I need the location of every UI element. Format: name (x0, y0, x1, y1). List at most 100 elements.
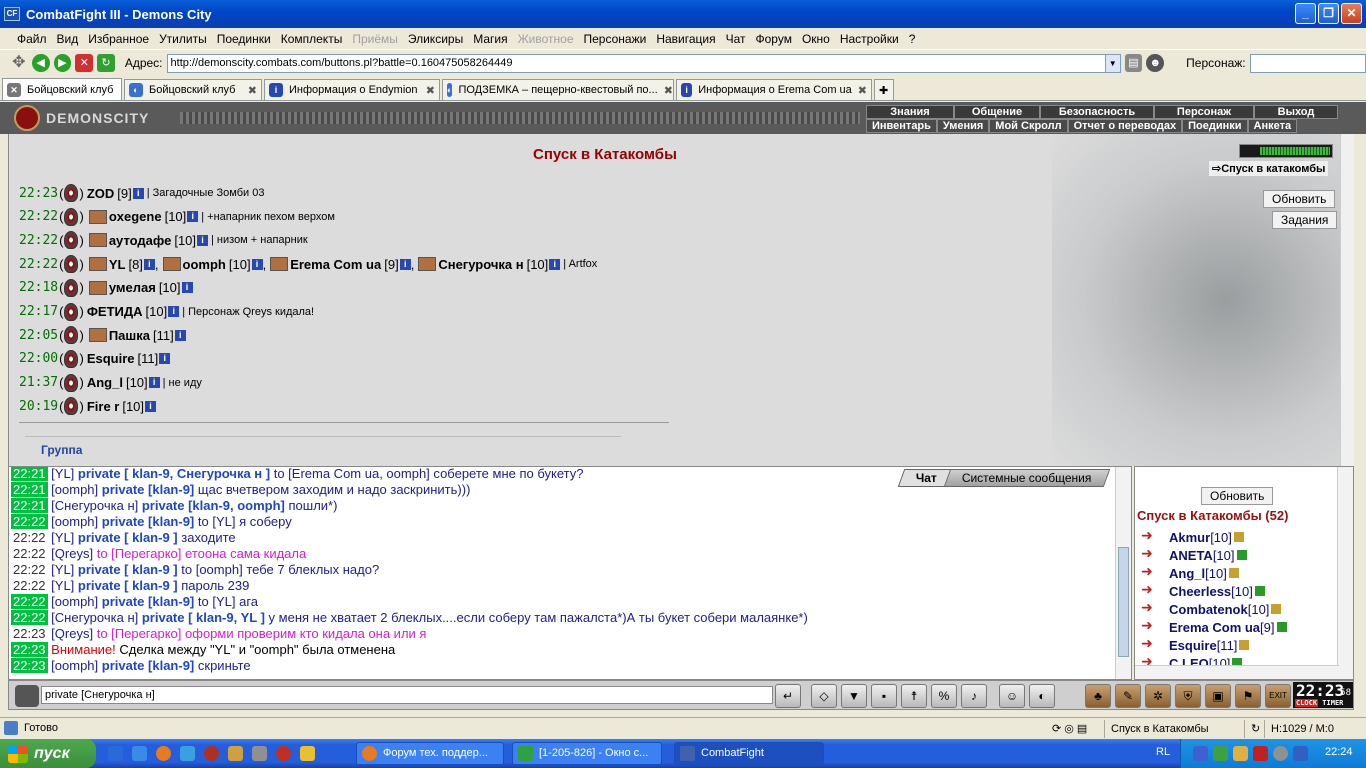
tray-icon-4[interactable] (1253, 746, 1268, 761)
sound-icon[interactable]: ♪ (961, 684, 987, 708)
menu-item-12[interactable]: Чат (721, 32, 751, 46)
chat-time[interactable]: 22:23 (11, 642, 48, 657)
chat-private[interactable]: private [ klan-9 ] (78, 562, 178, 577)
chat-time[interactable]: 22:21 (11, 467, 48, 481)
refresh-icon[interactable]: ↻ (97, 54, 115, 72)
menu-item-6[interactable]: Приёмы (347, 32, 403, 46)
battle-shield-icon[interactable] (64, 349, 79, 368)
tray-icon-2[interactable] (1213, 746, 1228, 761)
battle-row[interactable]: 22:23() ZOD [9] i | Загадочные Зомби 03 (19, 182, 264, 204)
info-icon[interactable]: i (197, 234, 209, 246)
info-icon[interactable]: i (549, 258, 561, 270)
quicklaunch-tool-icon[interactable] (252, 746, 267, 761)
minimize-button[interactable]: _ (1295, 3, 1316, 24)
menu-item-8[interactable]: Магия (468, 32, 512, 46)
taskbar-item-forum[interactable]: Форум тех. поддер... (356, 742, 504, 765)
player-nick[interactable]: Erema Com ua (290, 257, 381, 272)
language-indicator[interactable]: RL (1156, 746, 1170, 758)
browser-tab-0[interactable]: ✕ Бойцовский клуб (2, 78, 122, 100)
user-info-icon[interactable] (1271, 604, 1282, 614)
player-nick[interactable]: Пашка (109, 328, 150, 343)
gear-icon[interactable]: ✲ (1145, 684, 1171, 708)
battle-shield-icon[interactable] (64, 207, 79, 226)
user-row[interactable]: Cheerless[10] (1139, 581, 1265, 600)
chat-time[interactable]: 22:23 (11, 626, 48, 641)
user-nick[interactable]: Akmur (1169, 530, 1210, 545)
user-row[interactable]: Ang_l[10] (1139, 563, 1239, 582)
menu-item-13[interactable]: Форум (751, 32, 797, 46)
player-nick[interactable]: Снегурочка н (438, 257, 523, 272)
chat-time[interactable]: 22:22 (11, 610, 48, 625)
chat-line[interactable]: 22:21 [Снегурочка н] private [klan-9, oo… (11, 498, 337, 514)
browser-tab-1[interactable]: ◐ Бойцовский клуб ✖ (124, 79, 262, 100)
chat-recipient[interactable]: to [Перегарко] (97, 626, 182, 641)
menu-item-14[interactable]: Окно (797, 32, 835, 46)
tab-close-icon[interactable]: ✖ (852, 84, 867, 97)
chat-line[interactable]: 22:21 [oomph] private [klan-9] щас вчетв… (11, 482, 470, 498)
group-tab[interactable]: Группа (25, 436, 621, 466)
chat-recipient[interactable]: to [YL] (198, 514, 236, 529)
quicklaunch-game-icon[interactable] (204, 746, 219, 761)
user-row[interactable]: ANETA[10] (1139, 545, 1247, 564)
topnav-item-4[interactable]: Выход (1254, 105, 1338, 119)
taskbar-item-chat-window[interactable]: [1-205-826] - Окно с... (512, 742, 662, 765)
menu-item-5[interactable]: Комплекты (276, 32, 348, 46)
tab-close-icon[interactable]: ✖ (242, 84, 257, 97)
battle-shield-icon[interactable] (64, 326, 79, 345)
private-arrow-icon[interactable] (1139, 635, 1161, 652)
private-arrow-icon[interactable] (1139, 563, 1161, 580)
lock-icon[interactable]: ▣ (1205, 684, 1231, 708)
chat-line[interactable]: 22:23 [Qreys] to [Перегарко] оформи пров… (11, 626, 426, 642)
chat-line[interactable]: 22:22 [Снегурочка н] private [ klan-9, Y… (11, 610, 808, 626)
tasks-button[interactable]: Задания (1272, 211, 1338, 229)
info-icon[interactable]: i (251, 258, 263, 270)
player-nick[interactable]: ФЕТИДА (87, 304, 143, 319)
quicklaunch-app-icon[interactable] (228, 746, 243, 761)
clan-icon[interactable] (88, 328, 107, 343)
topnav-item-3[interactable]: Персонаж (1154, 105, 1254, 119)
browser-tab-2[interactable]: i Информация о Endymion ✖ (264, 79, 440, 100)
chat-input[interactable] (41, 686, 773, 704)
chat-time[interactable]: 22:23 (11, 658, 48, 673)
chat-line[interactable]: 22:22 [Qreys] to [Перегарко] етоона сама… (11, 546, 306, 562)
menu-item-3[interactable]: Утилиты (154, 32, 212, 46)
users-icon[interactable]: ☻ (1146, 54, 1165, 72)
menu-item-11[interactable]: Навигация (651, 32, 720, 46)
chat-line[interactable]: 22:22 [oomph] private [klan-9] to [YL] я… (11, 514, 292, 530)
chat-sender[interactable]: [oomph] (51, 514, 98, 529)
menu-item-7[interactable]: Эликсиры (403, 32, 468, 46)
stop-icon[interactable]: ✕ (75, 54, 94, 72)
quicklaunch-skype-icon[interactable] (180, 746, 195, 761)
clan-icon[interactable] (88, 280, 107, 295)
exit-icon[interactable]: EXIT (1265, 684, 1291, 708)
player-nick[interactable]: ZOD (87, 186, 114, 201)
chat-sender[interactable]: [YL] (51, 578, 74, 593)
tray-icon-5[interactable] (1273, 746, 1288, 761)
topnav-item-0[interactable]: Знания (866, 105, 954, 119)
quicklaunch-messenger-icon[interactable] (132, 746, 147, 761)
persona-select[interactable] (1249, 53, 1366, 73)
chat-sender[interactable]: [YL] (51, 530, 74, 545)
drag-handle-icon[interactable]: ✥ (10, 54, 28, 72)
private-arrow-icon[interactable] (1139, 527, 1161, 544)
chat-private[interactable]: private [ klan-9 ] (78, 578, 178, 593)
battle-shield-icon[interactable] (64, 278, 79, 297)
battle-row[interactable]: 22:17() ФЕТИДА [10] i | Персонаж Qreys кидал… (19, 301, 314, 323)
private-arrow-icon[interactable] (1139, 599, 1161, 616)
chat-sender[interactable]: [oomph] (51, 594, 98, 609)
armor-icon[interactable]: ⛨ (1175, 684, 1201, 708)
tray-icon-1[interactable] (1193, 746, 1208, 761)
chat-recipient[interactable]: to [Перегарко] (97, 546, 182, 561)
chat-time[interactable]: 22:22 (11, 514, 48, 529)
filter-icon[interactable]: ▼ (841, 684, 867, 708)
game-logo[interactable]: DEMONSCITY (14, 105, 194, 131)
clan-icon[interactable] (88, 257, 107, 272)
chat-line[interactable]: 22:22 [YL] private [ klan-9 ] заходите (11, 530, 236, 546)
user-row[interactable]: Combatenok[10] (1139, 599, 1282, 618)
chat-line[interactable]: 22:22 [oomph] private [klan-9] to [YL] а… (11, 594, 258, 610)
browser-tab-4[interactable]: i Информация о Erema Com ua ✖ (676, 79, 872, 100)
menu-item-1[interactable]: Вид (52, 32, 84, 46)
user-nick[interactable]: Ang_l (1169, 566, 1205, 581)
chat-sender[interactable]: [Снегурочка н] (51, 610, 138, 625)
new-tab-button[interactable]: ✚ (874, 79, 894, 100)
